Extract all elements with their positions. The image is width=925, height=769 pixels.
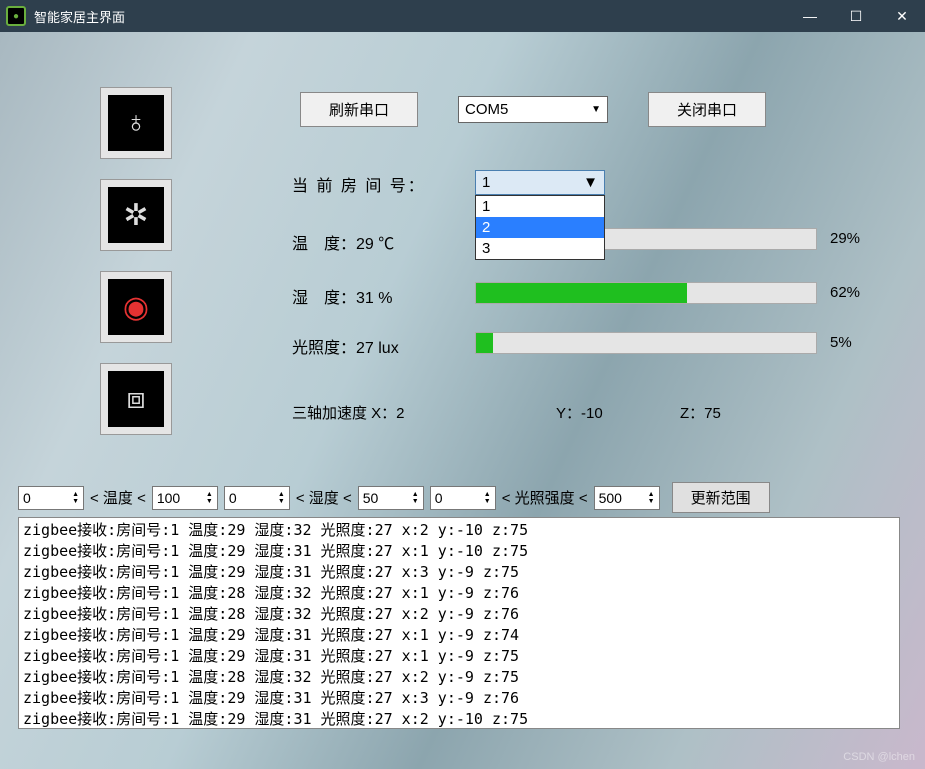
humi-high-input[interactable]: 50▲▼ xyxy=(358,486,424,510)
room-option-3[interactable]: 3 xyxy=(476,238,604,259)
humi-range-label: < 湿度 < xyxy=(296,487,352,508)
lux-low-input[interactable]: 0▲▼ xyxy=(430,486,496,510)
lux-range-label: < 光照强度 < xyxy=(502,487,588,508)
bulb-icon: ♁ xyxy=(108,95,164,151)
lux-high-input[interactable]: 500▲▼ xyxy=(594,486,660,510)
fan-icon: ✲ xyxy=(108,187,164,243)
device-icon-column: ♁ ✲ ◉ ⧈ xyxy=(100,87,172,435)
com-port-value: COM5 xyxy=(465,101,508,118)
content-area: ♁ ✲ ◉ ⧈ 刷新串口 COM5 ▼ 关闭串口 当 前 房 间 号： 1 ▼ … xyxy=(0,32,925,769)
humidity-row: 湿 度：31 % xyxy=(292,284,472,308)
lux-fill xyxy=(476,333,493,353)
alarm-button[interactable]: ◉ xyxy=(100,271,172,343)
refresh-serial-button[interactable]: 刷新串口 xyxy=(300,92,418,127)
chevron-down-icon: ▼ xyxy=(583,174,598,191)
humidity-fill xyxy=(476,283,687,303)
bulb-button[interactable]: ♁ xyxy=(100,87,172,159)
room-label: 当 前 房 间 号： xyxy=(292,172,426,196)
app-icon xyxy=(6,6,26,26)
lux-row: 光照度：27 lux xyxy=(292,334,472,358)
alarm-icon: ◉ xyxy=(108,279,164,335)
room-option-1[interactable]: 1 xyxy=(476,196,604,217)
temp-range-label: < 温度 < xyxy=(90,487,146,508)
log-output[interactable]: zigbee接收:房间号:1 温度:29 湿度:32 光照度:27 x:2 y:… xyxy=(18,517,900,729)
temperature-label: 温 度：29 ℃ xyxy=(292,230,472,254)
serial-controls: 刷新串口 COM5 ▼ 关闭串口 xyxy=(300,92,766,127)
room-label-row: 当 前 房 间 号： xyxy=(292,172,426,196)
close-window-button[interactable]: ✕ xyxy=(879,0,925,32)
com-port-select[interactable]: COM5 ▼ xyxy=(458,96,608,123)
app-window: 智能家居主界面 — ☐ ✕ ♁ ✲ ◉ ⧈ 刷新串口 COM5 ▼ 关闭串口 当… xyxy=(0,0,925,769)
lux-bar xyxy=(475,332,817,354)
humidity-percent: 62% xyxy=(830,284,860,301)
room-dropdown[interactable]: 1 2 3 xyxy=(475,195,605,260)
humidity-label: 湿 度：31 % xyxy=(292,284,472,308)
minimize-button[interactable]: — xyxy=(787,0,833,32)
room-option-2[interactable]: 2 xyxy=(476,217,604,238)
fan-button[interactable]: ✲ xyxy=(100,179,172,251)
seven-segment-icon: ⧈ xyxy=(108,371,164,427)
room-selected-value: 1 xyxy=(482,174,490,191)
accel-x: 三轴加速度 X：2 xyxy=(292,402,405,423)
maximize-button[interactable]: ☐ xyxy=(833,0,879,32)
lux-label: 光照度：27 lux xyxy=(292,334,472,358)
room-select[interactable]: 1 ▼ xyxy=(475,170,605,195)
watermark: CSDN @lchen xyxy=(843,751,915,763)
temperature-percent: 29% xyxy=(830,230,860,247)
display-button[interactable]: ⧈ xyxy=(100,363,172,435)
humi-low-input[interactable]: 0▲▼ xyxy=(224,486,290,510)
lux-percent: 5% xyxy=(830,334,852,351)
temp-high-input[interactable]: 100▲▼ xyxy=(152,486,218,510)
titlebar[interactable]: 智能家居主界面 — ☐ ✕ xyxy=(0,0,925,32)
update-range-button[interactable]: 更新范围 xyxy=(672,482,770,513)
range-controls: 0▲▼ < 温度 < 100▲▼ 0▲▼ < 湿度 < 50▲▼ 0▲▼ < 光… xyxy=(18,482,770,513)
accel-y: Y：-10 xyxy=(556,402,603,423)
accel-z: Z：75 xyxy=(680,402,721,423)
temp-low-input[interactable]: 0▲▼ xyxy=(18,486,84,510)
temperature-row: 温 度：29 ℃ xyxy=(292,230,472,254)
window-title: 智能家居主界面 xyxy=(34,7,125,26)
chevron-down-icon: ▼ xyxy=(591,104,601,115)
close-serial-button[interactable]: 关闭串口 xyxy=(648,92,766,127)
humidity-bar xyxy=(475,282,817,304)
